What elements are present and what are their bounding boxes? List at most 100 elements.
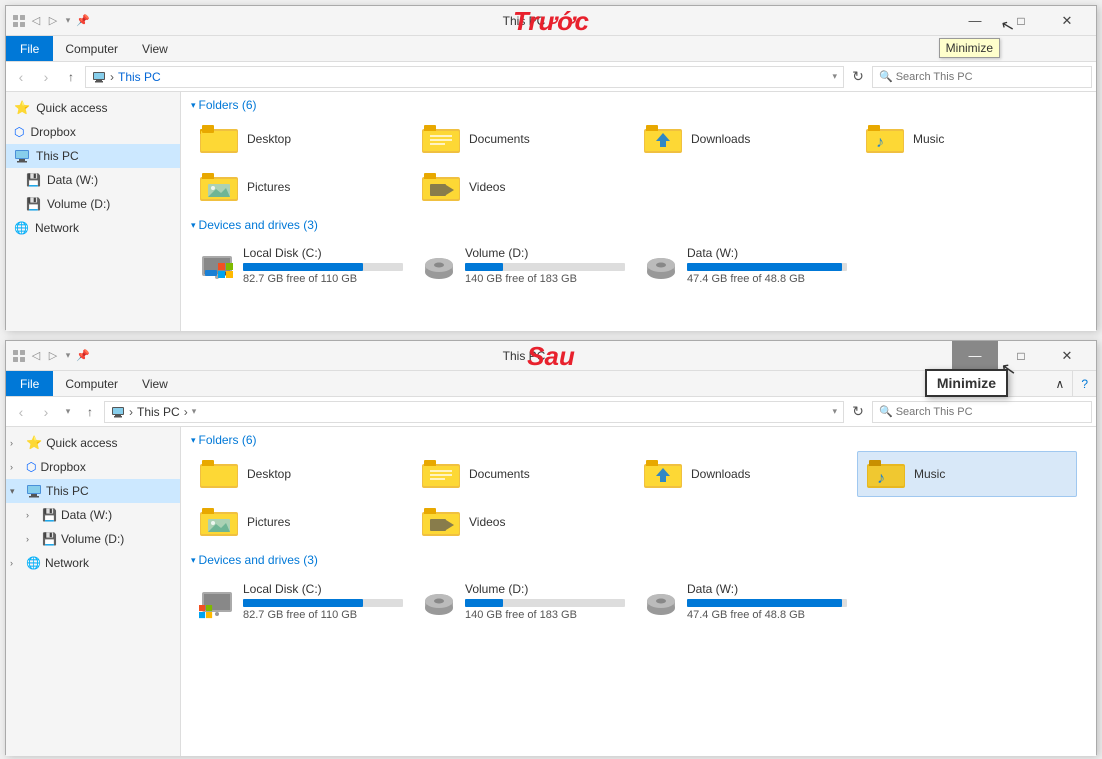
top-drives-header[interactable]: ▾ Devices and drives (3)	[191, 218, 1086, 232]
videos-folder-icon	[421, 169, 461, 205]
bot-sidebar-item-this-pc[interactable]: ▾ This PC	[6, 479, 180, 503]
top-nav-icon	[12, 14, 26, 28]
bot-expander-net: ›	[10, 558, 22, 568]
bot-folder-videos[interactable]: Videos	[413, 499, 633, 545]
bot-sidebar-item-quick-access[interactable]: › ⭐ Quick access	[6, 431, 180, 455]
top-refresh[interactable]: ↻	[847, 66, 869, 88]
bot-drives-header[interactable]: ▾ Devices and drives (3)	[191, 553, 1086, 567]
bot-ribbon-help[interactable]: ?	[1072, 371, 1096, 396]
bot-folder-pictures-label: Pictures	[247, 515, 290, 529]
bot-drive-d-name: Volume (D:)	[465, 582, 625, 596]
bot-folder-documents[interactable]: Documents	[413, 451, 633, 497]
bot-drive-w-icon: 💾	[42, 508, 57, 522]
folder-pictures[interactable]: Pictures	[191, 164, 411, 210]
bot-addr-back[interactable]: ‹	[10, 401, 32, 423]
top-close-btn[interactable]: ✕	[1044, 6, 1090, 36]
bot-drive-c-icon	[199, 583, 235, 619]
sidebar-item-dropbox[interactable]: ⬡ Dropbox	[6, 120, 180, 144]
bot-sidebar-item-network[interactable]: › 🌐 Network	[6, 551, 180, 575]
folder-music[interactable]: ♪ Music	[857, 116, 1077, 162]
folder-documents[interactable]: Documents	[413, 116, 633, 162]
drive-d-bar-bg	[465, 263, 625, 271]
folder-videos[interactable]: Videos	[413, 164, 633, 210]
top-tab-file[interactable]: File	[6, 36, 53, 61]
bot-sidebar-item-volume-d[interactable]: › 💾 Volume (D:)	[6, 527, 180, 551]
bot-folder-desktop[interactable]: Desktop	[191, 451, 411, 497]
bot-addr-forward[interactable]: ›	[35, 401, 57, 423]
sidebar-label-quick-access: Quick access	[36, 101, 107, 115]
bot-more-icon: ▾	[63, 349, 73, 363]
bot-tab-computer[interactable]: Computer	[53, 371, 130, 396]
drive-c[interactable]: Local Disk (C:) 82.7 GB free of 110 GB	[191, 236, 411, 294]
drive-w-info: Data (W:) 47.4 GB free of 48.8 GB	[687, 246, 847, 285]
top-tab-view[interactable]: View	[130, 36, 180, 61]
top-quick-pin: 📌	[76, 14, 90, 28]
bot-folder-downloads[interactable]: Downloads	[635, 451, 855, 497]
folder-downloads[interactable]: Downloads	[635, 116, 855, 162]
bot-minimize-btn[interactable]: —	[952, 341, 998, 371]
drive-c-icon	[199, 247, 235, 283]
bot-drives-chevron: ▾	[191, 555, 196, 566]
bot-refresh[interactable]: ↻	[847, 401, 869, 423]
bot-search-input[interactable]	[896, 406, 1085, 418]
bot-drive-c[interactable]: Local Disk (C:) 82.7 GB free of 110 GB	[191, 571, 411, 631]
bot-search-box[interactable]: 🔍	[872, 401, 1092, 423]
bot-titlebar: ◁ ▷ ▾ 📌 This PC Sau — □ ✕ Minimize ↖	[6, 341, 1096, 371]
bot-folder-documents-label: Documents	[469, 467, 530, 481]
sidebar-item-network[interactable]: 🌐 Network	[6, 216, 180, 240]
bot-drive-d-info: Volume (D:) 140 GB free of 183 GB	[465, 582, 625, 621]
folders-section-label: Folders (6)	[199, 98, 257, 112]
bot-drive-c-free: 82.7 GB free of 110 GB	[243, 609, 403, 621]
svg-text:♪: ♪	[876, 134, 884, 151]
top-search-input[interactable]	[896, 71, 1085, 83]
bot-drive-d[interactable]: Volume (D:) 140 GB free of 183 GB	[413, 571, 633, 631]
bot-addr-path[interactable]: › This PC › ▾ ▾	[104, 401, 844, 423]
top-addr-forward[interactable]: ›	[35, 66, 57, 88]
sidebar-item-volume-d[interactable]: 💾 Volume (D:)	[6, 192, 180, 216]
drive-w-free: 47.4 GB free of 48.8 GB	[687, 273, 847, 285]
top-addressbar: ‹ › ↑ › This PC ▾ ↻ 🔍	[6, 62, 1096, 92]
top-addr-back[interactable]: ‹	[10, 66, 32, 88]
drive-w[interactable]: Data (W:) 47.4 GB free of 48.8 GB	[635, 236, 855, 294]
bot-main: › ⭐ Quick access › ⬡ Dropbox ▾ This PC	[6, 427, 1096, 756]
bot-content: ▾ Folders (6) Desktop	[181, 427, 1096, 756]
bot-drive-c-info: Local Disk (C:) 82.7 GB free of 110 GB	[243, 582, 403, 621]
bot-sidebar-label-dw: Data (W:)	[61, 508, 112, 522]
bot-cursor: ↖	[999, 358, 1018, 381]
bot-folders-header[interactable]: ▾ Folders (6)	[191, 433, 1086, 447]
top-minimize-btn[interactable]: —	[952, 6, 998, 36]
bot-addr-recent[interactable]: ▾	[60, 401, 76, 423]
bot-sidebar-label-pc: This PC	[46, 484, 89, 498]
top-folders-header[interactable]: ▾ Folders (6)	[191, 98, 1086, 112]
this-pc-icon	[14, 149, 30, 163]
drive-d[interactable]: Volume (D:) 140 GB free of 183 GB	[413, 236, 633, 294]
bot-sidebar-item-data-w[interactable]: › 💾 Data (W:)	[6, 503, 180, 527]
bot-folder-pictures[interactable]: Pictures	[191, 499, 411, 545]
bot-expander-db: ›	[10, 462, 22, 472]
bot-tab-view[interactable]: View	[130, 371, 180, 396]
bot-sidebar-item-dropbox[interactable]: › ⬡ Dropbox	[6, 455, 180, 479]
bot-close-btn[interactable]: ✕	[1044, 341, 1090, 371]
sidebar-item-this-pc[interactable]: This PC	[6, 144, 180, 168]
sidebar-item-quick-access[interactable]: ⭐ Quick access	[6, 96, 180, 120]
top-addr-up[interactable]: ↑	[60, 66, 82, 88]
top-tab-computer[interactable]: Computer	[53, 36, 130, 61]
top-search-icon: 🔍	[879, 70, 893, 83]
bot-addr-up[interactable]: ↑	[79, 401, 101, 423]
drive-c-bar-bg	[243, 263, 403, 271]
bot-addr-text: This PC	[137, 405, 180, 419]
sidebar-item-data-w[interactable]: 💾 Data (W:)	[6, 168, 180, 192]
bot-drive-w[interactable]: Data (W:) 47.4 GB free of 48.8 GB	[635, 571, 855, 631]
drive-w-name: Data (W:)	[687, 246, 847, 260]
top-search-box[interactable]: 🔍	[872, 66, 1092, 88]
top-addr-path[interactable]: › This PC ▾	[85, 66, 844, 88]
folder-desktop[interactable]: Desktop	[191, 116, 411, 162]
bot-folder-music[interactable]: ♪ Music	[857, 451, 1077, 497]
bot-ribbon-expand[interactable]: ∧	[1048, 371, 1073, 396]
top-sidebar: ⭐ Quick access ⬡ Dropbox This PC 💾 Data …	[6, 92, 181, 331]
drive-d-free: 140 GB free of 183 GB	[465, 273, 625, 285]
bot-drive-w-bar-bg	[687, 599, 847, 607]
top-folders-grid: Desktop Documents	[191, 116, 1086, 210]
bot-forward-icon: ▷	[46, 349, 60, 363]
bot-tab-file[interactable]: File	[6, 371, 53, 396]
